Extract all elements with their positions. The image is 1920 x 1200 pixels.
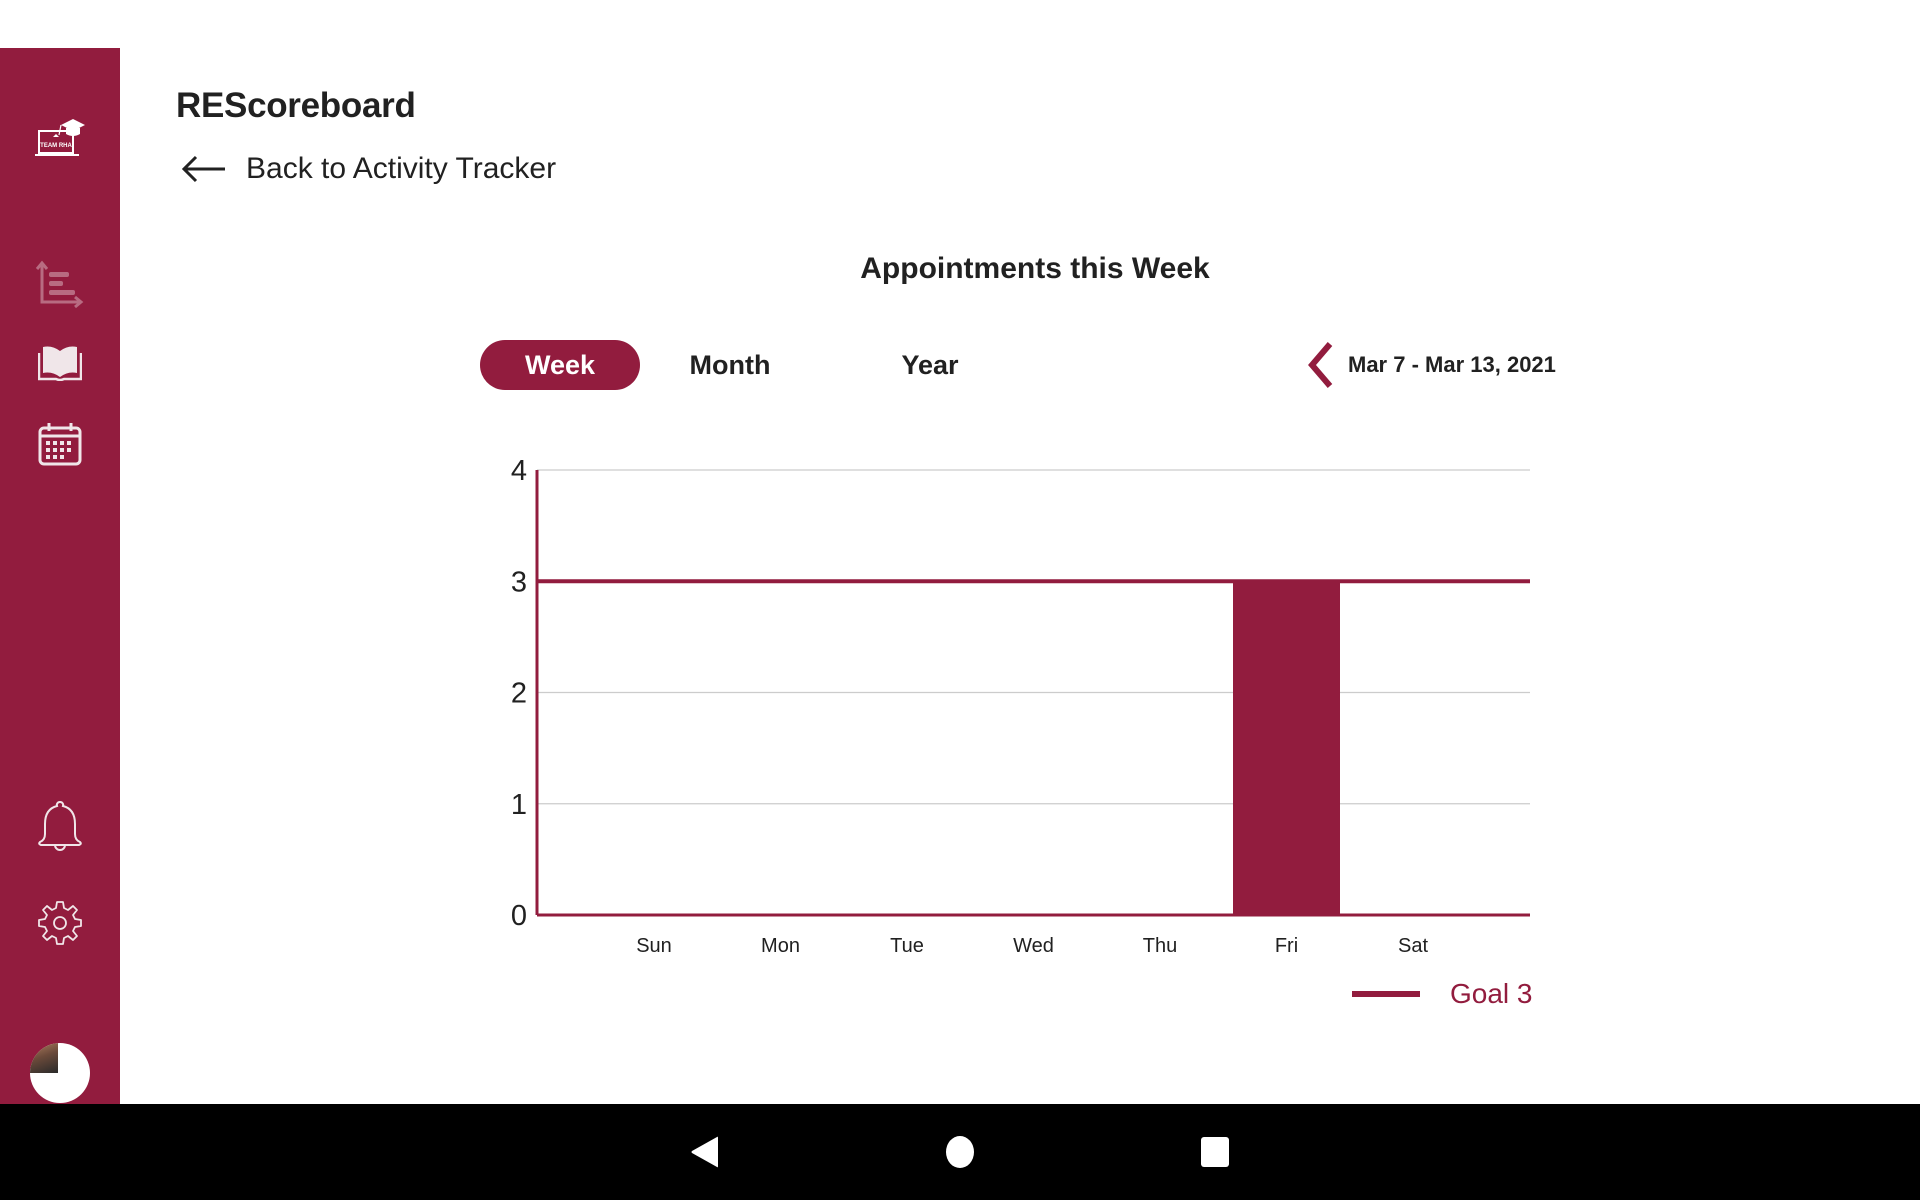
chart-legend: Goal 3 [1352, 978, 1533, 1010]
bar-chart: 0 1 2 3 4 Sun Mon Tue Wed Thu Fri Sat [511, 455, 1530, 957]
legend-goal-swatch [1352, 991, 1420, 997]
y-tick-label: 2 [511, 678, 527, 710]
nav-back-button[interactable] [680, 1104, 730, 1200]
y-tick-label: 4 [511, 455, 527, 487]
x-tick-label: Tue [890, 935, 924, 957]
x-tick-label: Mon [761, 935, 800, 957]
y-tick-label: 3 [511, 566, 527, 598]
triangle-back-icon [691, 1136, 718, 1168]
bar-fri [1233, 581, 1340, 915]
nav-recents-button[interactable] [1195, 1104, 1235, 1200]
y-tick-label: 0 [511, 900, 527, 932]
x-tick-label: Sat [1398, 935, 1428, 957]
circle-home-icon [946, 1136, 974, 1168]
x-tick-label: Sun [636, 935, 672, 957]
y-tick-label: 1 [511, 789, 527, 821]
legend-goal-label: Goal 3 [1450, 978, 1533, 1009]
system-navigation-bar [0, 1104, 1920, 1200]
x-tick-label: Fri [1275, 935, 1298, 957]
square-recents-icon [1201, 1137, 1229, 1167]
x-tick-label: Wed [1013, 935, 1054, 957]
x-tick-label: Thu [1143, 935, 1177, 957]
nav-home-button[interactable] [940, 1104, 980, 1200]
